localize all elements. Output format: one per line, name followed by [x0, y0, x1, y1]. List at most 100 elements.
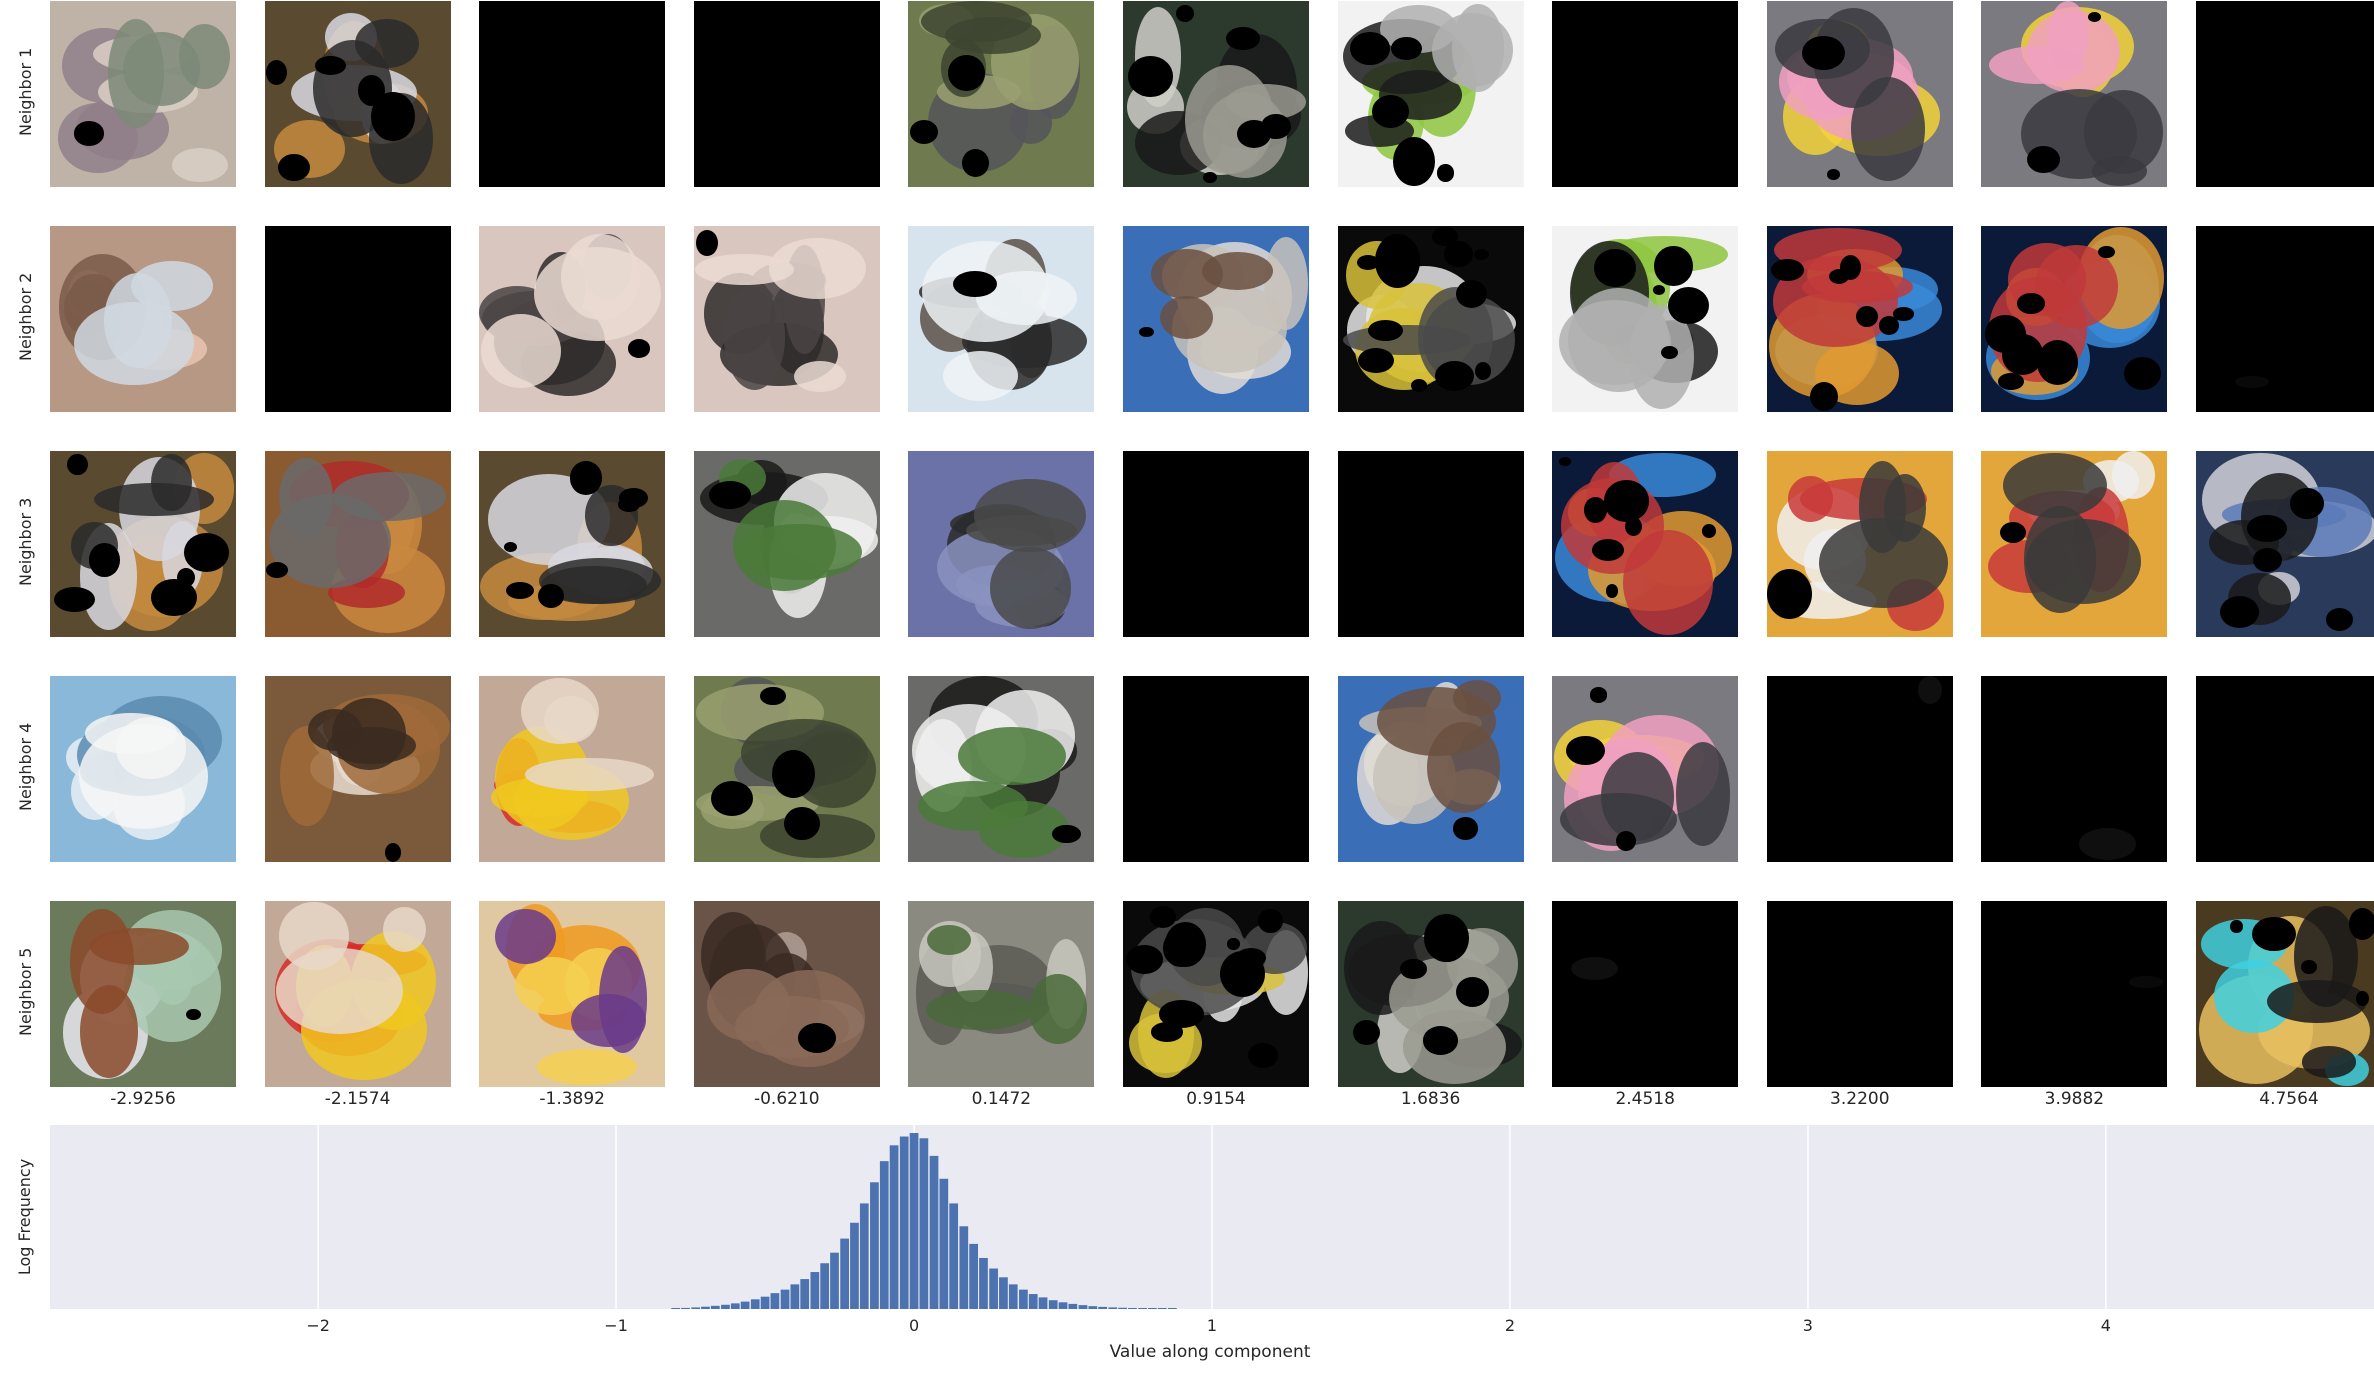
thumbnail-image [1766, 226, 1953, 412]
column-value-label: -2.1574 [324, 1089, 391, 1109]
image-patch [942, 351, 1018, 402]
histogram-bar [750, 1299, 760, 1309]
masked-patch [618, 496, 640, 513]
histogram-bar [1088, 1306, 1098, 1309]
image-patch [926, 989, 1034, 1031]
histogram-bar [1168, 1308, 1177, 1309]
histogram-bar [939, 1178, 949, 1309]
masked-patch [1392, 137, 1435, 187]
masked-patch [89, 543, 120, 577]
histogram-bar [710, 1305, 720, 1309]
masked-patch [1257, 908, 1283, 934]
masked-patch [1566, 735, 1605, 765]
masked-patch [961, 148, 990, 178]
thumbnail-image [2196, 901, 2374, 1087]
thumbnail-image [1552, 451, 1739, 637]
thumbnail-image [1981, 451, 2168, 637]
column-value-label: 0.9154 [1186, 1089, 1246, 1109]
histogram-bar [1157, 1308, 1167, 1309]
image-patch [278, 457, 333, 536]
image-patch [598, 946, 648, 1054]
masked-patch [711, 780, 753, 817]
image-patch [1453, 680, 1502, 717]
histogram-bar [1058, 1302, 1068, 1309]
image-patch [2078, 828, 2136, 860]
thumbnail-image [479, 1, 666, 187]
image-patch [355, 19, 420, 68]
masked-patch [1371, 94, 1409, 128]
column-value-label: 2.4518 [1615, 1089, 1675, 1109]
masked-patch [2230, 919, 2243, 933]
image-patch [307, 708, 363, 751]
masked-patch [569, 461, 602, 495]
masked-patch [948, 54, 985, 91]
masked-patch [1654, 245, 1693, 286]
image-patch [79, 723, 209, 829]
thumbnail-image [1123, 226, 1309, 412]
thumbnail-image [2196, 1, 2374, 187]
image-patch [480, 314, 561, 389]
histogram-bar [681, 1307, 690, 1309]
masked-patch [2123, 356, 2161, 391]
image-patch [172, 148, 229, 183]
masked-patch [1474, 362, 1491, 381]
masked-patch [1150, 905, 1176, 928]
thumbnail-image [1552, 1, 1739, 187]
masked-patch [183, 532, 230, 572]
masked-patch [1261, 114, 1291, 140]
histogram-bar [671, 1308, 681, 1309]
masked-patch [2247, 515, 2287, 543]
thumbnail-image [693, 676, 880, 862]
masked-patch [1702, 523, 1717, 538]
image-patch [1787, 475, 1833, 522]
masked-patch [760, 687, 786, 706]
masked-patch [1997, 372, 2025, 390]
histogram-bar [1008, 1284, 1018, 1309]
masked-patch [1227, 938, 1240, 950]
image-patch [2235, 375, 2270, 389]
thumbnail-image [908, 451, 1095, 637]
row-label-neighbor-1: Neighbor 1 [16, 47, 35, 136]
masked-patch [1410, 379, 1427, 392]
image-patch [1159, 295, 1213, 340]
thumbnail-image [1766, 901, 1953, 1087]
thumbnail-image [264, 676, 451, 862]
masked-patch [1175, 4, 1195, 22]
masked-patch [1391, 37, 1422, 61]
histogram-bar [701, 1306, 710, 1309]
masked-patch [1839, 255, 1861, 281]
masked-patch [1558, 457, 1571, 466]
masked-patch [1400, 959, 1427, 979]
image-patch [1570, 956, 1619, 981]
thumbnail-image [1337, 901, 1524, 1087]
row-label-neighbor-2: Neighbor 2 [16, 272, 35, 361]
masked-patch [2001, 334, 2044, 375]
masked-patch [1660, 345, 1678, 359]
image-patch [1918, 676, 1943, 704]
histogram-bar [1019, 1289, 1028, 1309]
image-patch [733, 499, 837, 591]
x-tick-label: 1 [1207, 1316, 1217, 1335]
masked-patch [2017, 293, 2045, 314]
histogram-bar [929, 1155, 939, 1309]
x-tick-label: −2 [306, 1316, 330, 1335]
thumbnail-image [1337, 676, 1524, 862]
masked-patch [1247, 1043, 1278, 1069]
masked-patch [2355, 990, 2369, 1006]
masked-patch [504, 541, 517, 552]
masked-patch [1423, 1025, 1459, 1055]
histogram-bar [780, 1289, 790, 1309]
masked-patch [1435, 361, 1475, 392]
thumbnail-image [2196, 451, 2374, 637]
image-patch [94, 482, 214, 517]
histogram-bar [859, 1203, 869, 1309]
thumbnail-image [1552, 676, 1739, 862]
x-tick-labels: −2 −1 0 1 2 3 4 [306, 1316, 2111, 1335]
image-patch [723, 283, 786, 390]
thumbnail-image [1123, 1, 1309, 187]
masked-patch [1809, 382, 1839, 412]
image-patch [544, 696, 598, 743]
image-patch [279, 902, 349, 970]
thumbnail-image [1981, 1, 2168, 187]
thumbnail-image [50, 451, 236, 637]
